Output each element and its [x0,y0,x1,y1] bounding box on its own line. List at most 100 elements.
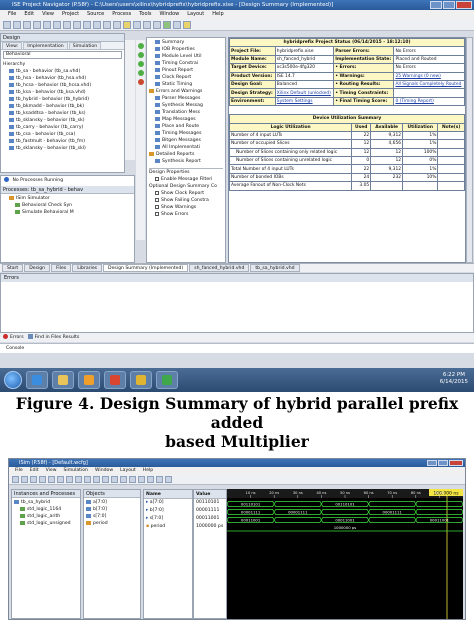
nav-group[interactable]: Detailed Reports [149,151,223,158]
routing-results-link[interactable]: All Signals Completely Routed [393,79,465,90]
tab-errors[interactable]: Errors [3,333,24,342]
checkbox-icon[interactable] [155,204,159,209]
tab-libraries[interactable]: Libraries [72,264,103,272]
stop-icon[interactable] [173,21,181,29]
close-button[interactable] [456,1,472,9]
tab-implementation[interactable]: Implementation [23,42,68,49]
option-checkbox[interactable]: Show Failing Constra [149,197,223,204]
checkbox-icon[interactable] [155,190,159,195]
start-button-icon[interactable] [4,371,22,389]
tile-icon[interactable] [153,21,161,29]
minimize-button[interactable] [430,1,442,9]
nav-item[interactable]: Place and Route [149,123,223,130]
tree-item[interactable]: tb_sa - behavior (tb_sa.vhd) [3,68,122,75]
cut-icon[interactable] [53,21,61,29]
nav-item[interactable]: Summary [149,39,223,46]
step-icon[interactable] [165,476,172,483]
expand-icon[interactable]: ▸ [146,516,148,521]
menu-edit[interactable]: Edit [24,10,34,19]
tree-item[interactable]: tb_csa - behavior (tb_csa) [3,131,122,138]
tab-tb-vhd[interactable]: tb_sa_hybrid.vhd [250,264,300,272]
nav-item[interactable]: Map Messages [149,116,223,123]
isim-icon[interactable] [156,371,178,389]
expand-icon[interactable]: ▸ [146,508,148,513]
copy-icon[interactable] [63,21,71,29]
instance-item[interactable]: std_logic_unsigned [14,520,78,527]
menu-simulation[interactable]: Simulation [64,467,88,475]
media-player-icon[interactable] [78,371,100,389]
menu-file[interactable]: File [15,467,23,475]
new-file-icon[interactable] [12,476,19,483]
menu-file[interactable]: File [8,10,16,19]
nav-item[interactable]: Clock Report [149,74,223,81]
summary-scrollbar[interactable] [466,37,473,263]
menu-window[interactable]: Window [160,10,180,19]
marker-icon[interactable] [129,476,136,483]
nav-item[interactable]: Module Level Util [149,53,223,60]
behavior-select[interactable]: Behavioral [3,51,122,59]
run-icon[interactable] [137,70,144,76]
restart-icon[interactable] [138,476,145,483]
instance-item[interactable]: tb_sa_hybrid [14,499,78,506]
nav-item[interactable]: Timing Messages [149,130,223,137]
app-icon[interactable] [104,371,126,389]
tab-hybrid-vhd[interactable]: sh_fanced_hybrid.vhd [189,264,250,272]
waveform-viewer[interactable]: 100.000 ns 10 ns 20 ns 30 ns 40 ns 50 ns 60 n… [227,489,463,619]
save-all-icon[interactable] [33,21,41,29]
signal-row[interactable]: ▸ s[7:0] [144,515,192,523]
signal-row[interactable]: ▸ b[7:0] [144,507,192,515]
open-folder-icon[interactable] [21,476,28,483]
menu-help[interactable]: Help [212,10,223,19]
console-label[interactable]: Console [0,343,474,353]
tree-item[interactable]: tb_bkmadd - behavior (tb_bk) [3,103,122,110]
window-icon[interactable] [133,21,141,29]
object-item[interactable]: period [86,520,138,527]
nav-group[interactable]: Errors and Warnings [149,88,223,95]
zoom-icon[interactable] [123,21,131,29]
option-checkbox[interactable]: Show Clock Report [149,190,223,197]
warnings-link[interactable]: 25 Warnings (0 new) [393,71,465,81]
taskbar-clock[interactable]: 6:22 PM 6/14/2015 [440,372,468,386]
menu-project[interactable]: Project [62,10,79,19]
environment-link[interactable]: System Settings [274,96,335,107]
redo-icon[interactable] [103,21,111,29]
tree-item[interactable]: tb_hcsa - behavior (tb_hcsa.vhd) [3,82,122,89]
zoom-in-icon[interactable] [93,476,100,483]
tab-find-results[interactable]: Find in Files Results [27,333,79,342]
save-icon[interactable] [30,476,37,483]
menu-layout[interactable]: Layout [120,467,136,475]
new-file-icon[interactable] [3,21,11,29]
menu-source[interactable]: Source [87,10,104,19]
menu-window[interactable]: Window [95,467,113,475]
tab-files[interactable]: Files [51,264,72,272]
xilinx-icon[interactable] [130,371,152,389]
menu-help[interactable]: Help [143,467,153,475]
copy-icon[interactable] [57,476,64,483]
explorer-icon[interactable] [52,371,74,389]
object-item[interactable]: a[7:0] [86,499,138,506]
tree-item[interactable]: tb_hsa - behavior (tb_hsa.vhd) [3,75,122,82]
tree-item[interactable]: tb_carry - behavior (tb_carry) [3,124,122,131]
tree-item[interactable]: tb_fastmult - behavior (tb_fm) [3,138,122,145]
menu-process[interactable]: Process [112,10,131,19]
find-icon[interactable] [113,21,121,29]
zoom-fit-icon[interactable] [111,476,118,483]
option-checkbox[interactable]: Show Errors [149,211,223,218]
nav-item[interactable]: Parser Messages [149,95,223,102]
nav-item[interactable]: IOB Properties [149,46,223,53]
cursor-icon[interactable] [120,476,127,483]
process-item[interactable]: Simulate Behavioral M [3,209,132,216]
ie-icon[interactable] [26,371,48,389]
cut-icon[interactable] [48,476,55,483]
cascade-icon[interactable] [143,21,151,29]
maximize-button[interactable] [438,460,448,466]
paste-icon[interactable] [66,476,73,483]
menu-layout[interactable]: Layout [187,10,204,19]
checkbox-icon[interactable] [155,197,159,202]
object-item[interactable]: s[7:0] [86,513,138,520]
minimize-button[interactable] [427,460,437,466]
tree-item[interactable]: tb_sklansky - behavior (tb_sk) [3,117,122,124]
paste-icon[interactable] [73,21,81,29]
option-checkbox[interactable]: Show Warnings [149,204,223,211]
signal-row[interactable]: ▪ period [144,523,192,531]
